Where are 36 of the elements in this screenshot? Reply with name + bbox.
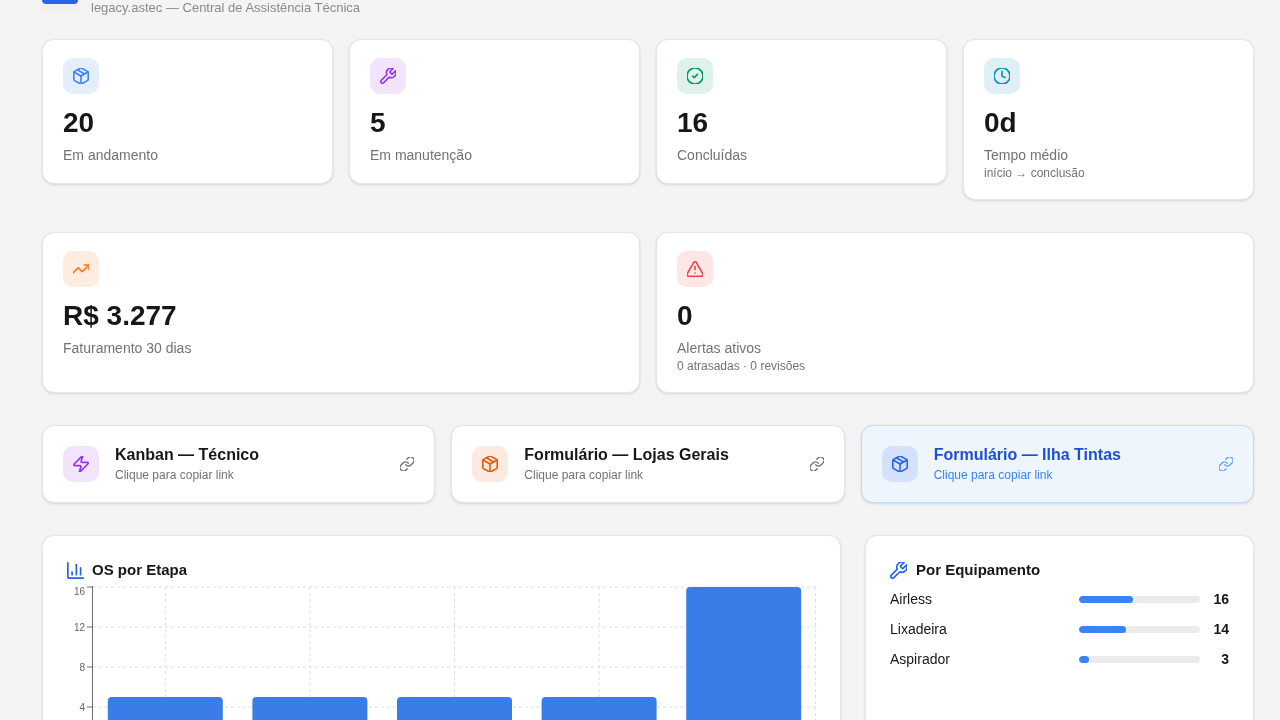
equipment-name: Aspirador: [890, 650, 951, 669]
stat-value: 0d: [984, 106, 1017, 140]
equipment-name: Lixadeira: [890, 620, 948, 639]
stat-value: 20: [63, 106, 95, 140]
equipment-name: Airless: [890, 590, 933, 609]
stat-note: 0 atrasadas · 0 revisões: [677, 358, 806, 374]
stat-value: 5: [370, 106, 386, 140]
copy-link-button[interactable]: Formulário — Ilha Tintas Clique para copiar link: [860, 425, 1254, 503]
bar-chart-icon: [67, 561, 84, 579]
y-tick-label: 8: [79, 661, 85, 673]
y-tick-label: 16: [73, 585, 85, 597]
stat-label: Faturamento 30 dias: [63, 339, 192, 358]
stat-label: Em andamento: [63, 146, 158, 165]
stat-label: Concluídas: [677, 146, 748, 165]
stat-label: Tempo médio: [984, 146, 1069, 165]
stat-value: 16: [677, 106, 709, 140]
app-subtitle: legacy.astec — Central de Assistência Técnica: [91, 0, 361, 16]
stat-label: Em manutenção: [370, 146, 472, 165]
link-icon: [400, 457, 415, 471]
copy-link-button[interactable]: Formulário — Lojas Gerais Clique para copiar link: [451, 425, 845, 503]
equipment-title: Por Equipamento: [916, 560, 1041, 580]
stat-label: Alertas ativos: [677, 339, 762, 358]
logo-tile: [42, 0, 78, 4]
link-icon: [809, 457, 824, 471]
stat-value: R$ 3.277: [63, 299, 177, 333]
equipment-count: 16: [1212, 590, 1229, 609]
y-tick-label: 4: [79, 701, 85, 713]
copy-link-button[interactable]: Kanban — Técnico Clique para copiar link: [42, 425, 436, 503]
link-icon: [1219, 457, 1233, 471]
y-tick-label: 12: [73, 621, 85, 633]
stat-value: 0: [677, 299, 693, 333]
wrench-icon: [890, 561, 907, 579]
equipment-count: 3: [1220, 650, 1229, 669]
equipment-count: 14: [1212, 620, 1229, 639]
chart-title: OS por Etapa: [92, 560, 188, 580]
stat-note: início → conclusão: [984, 165, 1085, 181]
